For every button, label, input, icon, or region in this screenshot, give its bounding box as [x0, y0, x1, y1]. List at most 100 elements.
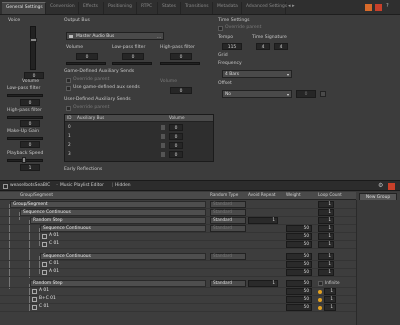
time-sig-numerator[interactable]: 4 [256, 43, 270, 50]
aux-row-volume[interactable]: 0 [169, 124, 183, 131]
time-sig-denominator[interactable]: 4 [274, 43, 288, 50]
random-type-dropdown[interactable]: Standard [210, 209, 246, 216]
close-icon[interactable] [388, 183, 395, 190]
weight-field[interactable]: 50 [286, 253, 312, 260]
voice-playback-knob[interactable] [22, 157, 26, 163]
loop-count-field[interactable]: 1 [318, 269, 334, 276]
time-override-checkbox[interactable] [218, 26, 223, 31]
playlist-row[interactable]: Group/Segment Standard 1 [0, 201, 356, 209]
playlist-row[interactable]: C 01 50 1 [0, 241, 356, 249]
voice-volume-slider[interactable] [30, 26, 36, 70]
random-type-dropdown[interactable]: Standard [210, 253, 246, 260]
segment-label[interactable]: C 01 [49, 241, 59, 248]
loop-count-field[interactable]: 1 [318, 233, 334, 240]
voice-playback-field[interactable]: 1 [20, 164, 40, 171]
offset-number-field[interactable]: 0 [296, 90, 316, 98]
weight-field[interactable]: 50 [286, 241, 312, 248]
help-icon[interactable]: ? [386, 4, 389, 9]
group-node[interactable]: Sequence Continuous [40, 253, 206, 260]
infinite-checkbox[interactable] [318, 281, 323, 286]
playlist-row[interactable]: C 01 50 1 [0, 261, 356, 269]
offset-dropdown[interactable]: No ▾ [222, 90, 292, 98]
offset-unit-icon[interactable] [320, 91, 326, 97]
voice-highpass-slider[interactable] [7, 116, 43, 119]
output-lowpass-field[interactable]: 0 [122, 53, 144, 60]
random-type-dropdown[interactable]: Standard [210, 225, 246, 232]
ellipsis-icon[interactable] [161, 125, 165, 130]
voice-volume-knob[interactable] [29, 38, 37, 42]
avoid-repeat-field[interactable]: 1 [248, 280, 278, 287]
voice-highpass-field[interactable]: 0 [20, 120, 40, 127]
output-highpass-field[interactable]: 0 [170, 53, 192, 60]
window-menu-icon[interactable] [3, 184, 8, 189]
voice-volume-field[interactable]: 0 [24, 72, 44, 79]
loop-count-field[interactable]: 1 [318, 209, 334, 216]
group-node[interactable]: Random Step [30, 280, 206, 287]
tab-effects[interactable]: Effects [79, 2, 104, 14]
segment-label[interactable]: C 01 [39, 304, 49, 311]
weight-field[interactable]: 50 [286, 280, 312, 287]
voice-lowpass-field[interactable]: 0 [20, 99, 40, 106]
close-icon[interactable] [375, 4, 382, 11]
tab-scroll-icon[interactable]: ◂ ▸ [288, 4, 295, 9]
output-lowpass-slider[interactable] [112, 62, 152, 65]
random-type-dropdown[interactable]: Standard [210, 201, 246, 208]
output-volume-field[interactable]: 0 [76, 53, 98, 60]
maximize-icon[interactable] [365, 4, 372, 11]
weight-field[interactable]: 50 [286, 269, 312, 276]
loop-count-field[interactable]: 1 [324, 304, 336, 311]
tab-transitions[interactable]: Transitions [181, 2, 213, 14]
voice-makeup-slider[interactable] [7, 137, 43, 140]
weight-field[interactable]: 50 [286, 225, 312, 232]
loop-count-field[interactable]: 1 [318, 253, 334, 260]
weight-field[interactable]: 50 [286, 233, 312, 240]
aux-row[interactable]: 0 0 [65, 124, 213, 132]
playlist-row[interactable]: Random Step Standard 1 1 [0, 217, 356, 225]
segment-label[interactable]: B+C 01 [39, 296, 56, 303]
game-volume-field[interactable]: 0 [170, 87, 192, 94]
aux-row[interactable]: 2 0 [65, 142, 213, 150]
playlist-row[interactable]: C 01 50 1 [0, 304, 356, 312]
loop-count-field[interactable]: 1 [318, 217, 334, 224]
segment-label[interactable]: A 01 [49, 233, 59, 240]
playlist-row[interactable]: A 01 50 1 [0, 288, 356, 296]
tab-rtpc[interactable]: RTPC [137, 2, 158, 14]
tab-metadata[interactable]: Metadata [213, 2, 242, 14]
random-type-dropdown[interactable]: Standard [210, 217, 246, 224]
weight-field[interactable]: 50 [286, 261, 312, 268]
group-node[interactable]: Group/Segment [10, 201, 206, 208]
loop-count-field[interactable]: 1 [318, 261, 334, 268]
ellipsis-icon[interactable] [161, 143, 165, 148]
user-override-checkbox[interactable] [66, 106, 71, 111]
playlist-row[interactable]: A 01 50 1 [0, 233, 356, 241]
random-type-dropdown[interactable]: Standard [210, 280, 246, 287]
segment-label[interactable]: A 01 [39, 288, 49, 295]
frequency-dropdown[interactable]: 4 Bars ▾ [222, 70, 292, 78]
group-node[interactable]: Sequence Continuous [40, 225, 206, 232]
output-highpass-slider[interactable] [160, 62, 200, 65]
playlist-row[interactable]: B+C 01 50 1 [0, 296, 356, 304]
aux-row[interactable]: 1 0 [65, 133, 213, 141]
gear-icon[interactable]: ⚙ [378, 183, 383, 189]
tab-conversion[interactable]: Conversion [46, 2, 79, 14]
weight-field[interactable]: 50 [286, 288, 312, 295]
aux-row-volume[interactable]: 0 [169, 151, 183, 158]
aux-row[interactable]: 3 0 [65, 151, 213, 159]
tempo-field[interactable]: 115 [222, 43, 242, 50]
aux-row-volume[interactable]: 0 [169, 142, 183, 149]
playlist-row[interactable]: Sequence Continuous Standard 50 1 [0, 225, 356, 233]
loop-count-field[interactable]: 1 [318, 241, 334, 248]
ellipsis-icon[interactable] [161, 152, 165, 157]
voice-lowpass-slider[interactable] [7, 94, 43, 97]
tab-general-settings[interactable]: General Settings [2, 2, 46, 14]
loop-count-field[interactable]: 1 [324, 288, 336, 295]
playlist-row[interactable]: Sequence Continuous Standard 50 1 [0, 253, 356, 261]
tab-advanced-settings[interactable]: Advanced Settings [242, 2, 287, 14]
ellipsis-icon[interactable]: … [157, 34, 161, 39]
group-node[interactable]: Sequence Continuous [20, 209, 206, 216]
loop-count-field[interactable]: 1 [324, 296, 336, 303]
use-game-sends-checkbox[interactable] [66, 86, 71, 91]
avoid-repeat-field[interactable]: 1 [248, 217, 278, 224]
weight-field[interactable]: 50 [286, 304, 312, 311]
game-override-checkbox[interactable] [66, 78, 71, 83]
